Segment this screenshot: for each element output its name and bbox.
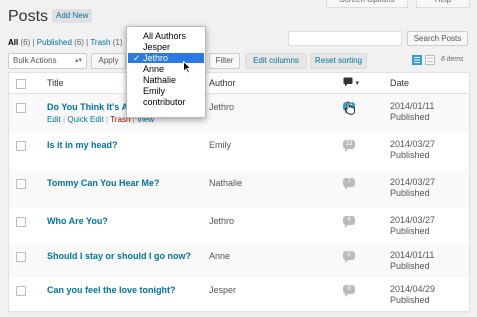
post-status: Published (390, 295, 430, 305)
post-status: Published (390, 261, 430, 271)
hand-cursor-icon (344, 101, 355, 115)
table-row: Can you feel the love tonight? Jesper 0 … (9, 278, 469, 312)
date-value: 2014/03/27 (390, 139, 436, 149)
row-checkbox[interactable] (16, 217, 26, 227)
column-header-author[interactable]: Author (209, 78, 236, 88)
row-checkbox[interactable] (16, 179, 26, 189)
table-row: Do You Think It's Al Edit | Quick Edit |… (9, 94, 469, 133)
comments-sort-indicator: ▾ (355, 80, 360, 87)
help-button[interactable]: Help (416, 0, 470, 8)
search-posts-button[interactable]: Search Posts (407, 31, 468, 46)
row-checkbox[interactable] (16, 141, 26, 151)
add-new-button[interactable]: Add New (52, 9, 93, 23)
select-all-checkbox[interactable] (16, 79, 26, 89)
post-author[interactable]: Jesper (209, 285, 236, 295)
post-date: 2014/01/11 Published (390, 101, 434, 123)
status-filter-links: All (6) | Published (6) | Trash (1) (8, 38, 123, 47)
bulk-actions-select[interactable]: Bulk Actions ▴▾ (8, 53, 87, 69)
comment-count-bubble[interactable]: 7 (343, 178, 355, 190)
row-checkbox[interactable] (16, 286, 26, 296)
filter-trash-count: (1) (112, 38, 123, 47)
quick-edit-link[interactable]: Quick Edit (67, 115, 103, 124)
date-value: 2014/01/11 (390, 101, 435, 111)
excerpt-view-icon[interactable] (425, 55, 435, 65)
date-value: 2014/01/11 (390, 250, 435, 260)
post-title-link[interactable]: Is it in my head? (47, 140, 118, 150)
author-option-anne[interactable]: Anne (128, 64, 204, 74)
author-option-emily[interactable]: Emily (128, 86, 204, 96)
comment-count-bubble[interactable]: 0 (343, 285, 355, 297)
row-action-separator: | (63, 115, 66, 124)
items-count: 6 items (441, 56, 464, 63)
filter-all-link[interactable]: All (8, 38, 18, 47)
column-header-date[interactable]: Date (390, 78, 409, 88)
post-status: Published (390, 112, 430, 122)
row-checkbox[interactable] (16, 103, 26, 113)
comment-count-bubble[interactable]: 13 (343, 140, 355, 152)
post-author[interactable]: Nathalie (209, 178, 242, 188)
search-input[interactable] (288, 31, 402, 46)
page-title: Posts (8, 8, 49, 25)
post-title-link[interactable]: Who Are You? (47, 216, 108, 226)
post-status: Published (390, 150, 430, 160)
row-action-separator: | (106, 115, 109, 124)
comment-count-bubble[interactable]: 4 (343, 216, 355, 228)
screen-options-button[interactable]: Screen Options (326, 0, 408, 8)
row-checkbox[interactable] (16, 252, 26, 262)
post-date: 2014/03/27 Published (390, 139, 435, 161)
date-value: 2014/03/27 (390, 177, 436, 187)
post-date: 2014/04/29 Published (390, 284, 435, 306)
column-header-comments[interactable]: ▾ (343, 77, 359, 89)
edit-columns-button[interactable]: Edit columns (245, 53, 307, 69)
post-author[interactable]: Emily (209, 140, 231, 150)
post-date: 2014/03/27 Published (390, 177, 435, 199)
author-option-contributor[interactable]: contributor (128, 97, 204, 107)
filter-trash-link[interactable]: Trash (90, 38, 110, 47)
checkmark-icon: ✓ (133, 53, 141, 63)
apply-button[interactable]: Apply (91, 53, 126, 69)
author-dropdown-menu: All Authors Jesper ✓ Jethro Anne Nathali… (126, 26, 206, 118)
post-title-link[interactable]: Can you feel the love tonight? (47, 285, 176, 295)
filter-button[interactable]: Filter (209, 53, 240, 69)
author-option-all-authors[interactable]: All Authors (128, 31, 204, 41)
posts-table: Title Author ▾ Date Do You Think It's Al… (8, 72, 470, 312)
author-option-jethro[interactable]: ✓ Jethro (128, 53, 204, 63)
date-value: 2014/04/29 (390, 284, 436, 294)
post-date: 2014/03/27 Published (390, 215, 435, 237)
post-author[interactable]: Jethro (209, 102, 234, 112)
post-date: 2014/01/11 Published (390, 250, 434, 272)
table-row: Is it in my head? Emily 13 2014/03/27 Pu… (9, 133, 469, 169)
table-row: Should I stay or should I go now? Anne 0… (9, 244, 469, 278)
filter-published-link[interactable]: Published (37, 38, 72, 47)
table-row: Who Are You? Jethro 4 2014/03/27 Publish… (9, 208, 469, 244)
pointer-cursor-icon (183, 61, 192, 74)
table-row: Tommy Can You Hear Me? Nathalie 7 2014/0… (9, 169, 469, 208)
column-header-title[interactable]: Title (47, 78, 64, 88)
author-option-label: Jethro (143, 53, 169, 63)
author-option-jesper[interactable]: Jesper (128, 42, 204, 52)
post-title-link[interactable]: Tommy Can You Hear Me? (47, 178, 160, 188)
post-title-link[interactable]: Should I stay or should I go now? (47, 251, 191, 261)
edit-link[interactable]: Edit (47, 115, 61, 124)
author-option-nathalie[interactable]: Nathalie (128, 75, 204, 85)
select-arrows-icon: ▴▾ (74, 57, 82, 64)
bulk-actions-label: Bulk Actions (13, 56, 57, 65)
comment-count-bubble[interactable]: 0 (343, 251, 355, 263)
filter-published-count: (6) (74, 38, 84, 47)
post-status: Published (390, 226, 430, 236)
comment-bubble-icon (343, 77, 353, 87)
reset-sorting-button[interactable]: Reset sorting (310, 53, 367, 69)
list-view-icon[interactable] (412, 55, 422, 65)
post-title-link[interactable]: Do You Think It's Al (47, 102, 130, 112)
post-status: Published (390, 188, 430, 198)
date-value: 2014/03/27 (390, 215, 436, 225)
filter-all-count: (6) (20, 38, 31, 47)
post-author[interactable]: Anne (209, 251, 230, 261)
post-author[interactable]: Jethro (209, 216, 234, 226)
